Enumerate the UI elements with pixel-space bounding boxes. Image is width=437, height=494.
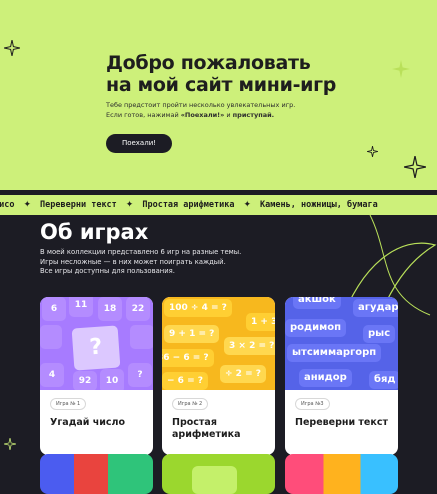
hero-section: Добро пожаловать на мой сайт мини-игр Теб…: [0, 0, 437, 190]
star-icon: ✦: [23, 200, 32, 210]
ticker-item: Простая арифметика: [142, 200, 235, 210]
game-title: Простая арифметика: [172, 417, 241, 440]
equation-tile: 9 + 1 = ?: [164, 325, 220, 343]
game-card-peek[interactable]: [40, 454, 153, 494]
about-title: Об играх: [40, 220, 149, 244]
hero-description: Тебе предстоит пройти несколько увлекате…: [106, 101, 296, 119]
word-tile: акшок: [293, 297, 341, 309]
game-number-tag: Игра № 1: [50, 398, 87, 410]
game-card-peek[interactable]: [162, 454, 275, 494]
word-tile: агудар: [353, 299, 398, 317]
equation-tile: ÷ 2 = ?: [220, 365, 266, 383]
about-description: В моей коллекции представлено 6 игр на р…: [40, 248, 242, 275]
game-card-peek[interactable]: [285, 454, 398, 494]
card-image: 6 11 18 22 ? 4 92 10 ?: [40, 297, 153, 390]
sparkle-icon: [404, 156, 426, 178]
word-tile: ытсиммаргорп: [287, 344, 382, 362]
number-tile: 92: [73, 371, 97, 390]
game-title: Переверни текст: [295, 417, 388, 428]
question-tile: ?: [71, 325, 121, 371]
sparkle-icon: [4, 438, 16, 450]
ticker-item: чисо: [0, 200, 15, 210]
equation-tile: − 6 = ?: [162, 372, 208, 390]
number-tile: 6: [42, 297, 66, 321]
number-tile: 18: [98, 297, 122, 321]
card-image: акшок агудар родимоп рыс ытсиммаргорп ан…: [285, 297, 398, 390]
sparkle-icon: [367, 146, 378, 157]
game-card-reverse-text[interactable]: акшок агудар родимоп рыс ытсиммаргорп ан…: [285, 297, 398, 455]
word-tile: рыс: [363, 325, 396, 343]
word-tile: родимоп: [285, 319, 347, 337]
start-button[interactable]: Поехали!: [106, 134, 172, 153]
number-tile: 10: [100, 369, 124, 390]
game-card-guess-number[interactable]: 6 11 18 22 ? 4 92 10 ? Игра № 1 Угадай ч…: [40, 297, 153, 455]
hero-title: Добро пожаловать на мой сайт мини-игр: [106, 52, 337, 96]
equation-tile: 100 ÷ 4 = ?: [164, 299, 232, 317]
star-icon: ✦: [243, 200, 252, 210]
star-icon: ✦: [125, 200, 134, 210]
number-tile: ?: [128, 363, 152, 387]
game-title: Угадай число: [50, 417, 126, 428]
card-image: 100 ÷ 4 = ? 1 + 3 9 + 1 = ? 36 − 6 = ? 3…: [162, 297, 275, 390]
game-number-tag: Игра №3: [295, 398, 330, 410]
number-tile: 4: [40, 363, 64, 387]
equation-tile: 36 − 6 = ?: [162, 349, 214, 367]
word-tile: бяд: [369, 371, 398, 389]
equation-tile: 1 + 3: [246, 313, 275, 331]
equation-tile: 3 × 2 = ?: [224, 337, 275, 355]
number-tile: 11: [69, 297, 93, 317]
word-tile: анидор: [299, 369, 352, 387]
sparkle-icon: [4, 40, 20, 56]
game-card-arithmetic[interactable]: 100 ÷ 4 = ? 1 + 3 9 + 1 = ? 36 − 6 = ? 3…: [162, 297, 275, 455]
number-tile: 22: [126, 297, 150, 321]
ticker-item: Переверни текст: [40, 200, 117, 210]
sparkle-icon: [392, 60, 410, 78]
game-number-tag: Игра № 2: [172, 398, 209, 410]
